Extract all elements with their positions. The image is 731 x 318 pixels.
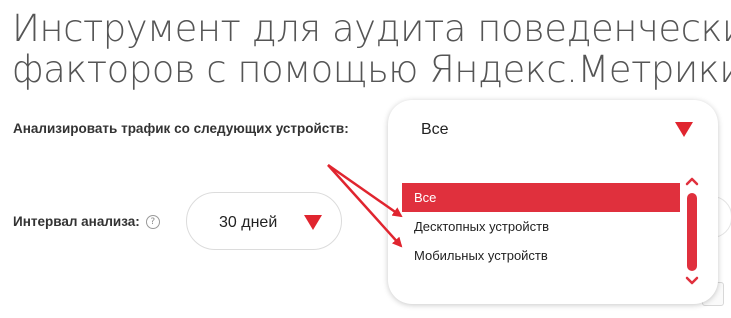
devices-select[interactable]: Все <box>388 100 718 158</box>
option-all[interactable]: Все <box>402 183 680 212</box>
page-title-line-1: Инструмент для аудита поведенческих <box>12 7 731 50</box>
page: Инструмент для аудита поведенческих факт… <box>0 0 731 318</box>
page-title: Инструмент для аудита поведенческих факт… <box>12 8 731 90</box>
devices-label: Анализировать трафик со следующих устрой… <box>13 121 349 136</box>
option-mobile[interactable]: Мобильных устройств <box>402 241 680 270</box>
triangle-down-icon <box>675 122 693 137</box>
help-icon[interactable]: ? <box>145 214 160 229</box>
chevron-up-icon[interactable] <box>685 176 699 186</box>
interval-label-group: Интервал анализа: ? <box>13 214 160 229</box>
devices-dropdown[interactable]: Все Все Десктопных устройств Мобильных у… <box>388 100 718 304</box>
interval-select[interactable]: 30 дней <box>186 192 342 250</box>
interval-label: Интервал анализа: <box>13 214 140 229</box>
triangle-down-icon <box>304 215 322 230</box>
devices-select-value: Все <box>421 121 449 138</box>
option-desktop[interactable]: Десктопных устройств <box>402 212 680 241</box>
interval-select-value: 30 дней <box>219 214 278 231</box>
chevron-down-icon[interactable] <box>685 276 699 286</box>
scrollbar-thumb[interactable] <box>687 193 697 271</box>
devices-options-list: Все Десктопных устройств Мобильных устро… <box>402 183 680 270</box>
page-title-line-2: факторов с помощью Яндекс.Метрики <box>12 48 731 91</box>
